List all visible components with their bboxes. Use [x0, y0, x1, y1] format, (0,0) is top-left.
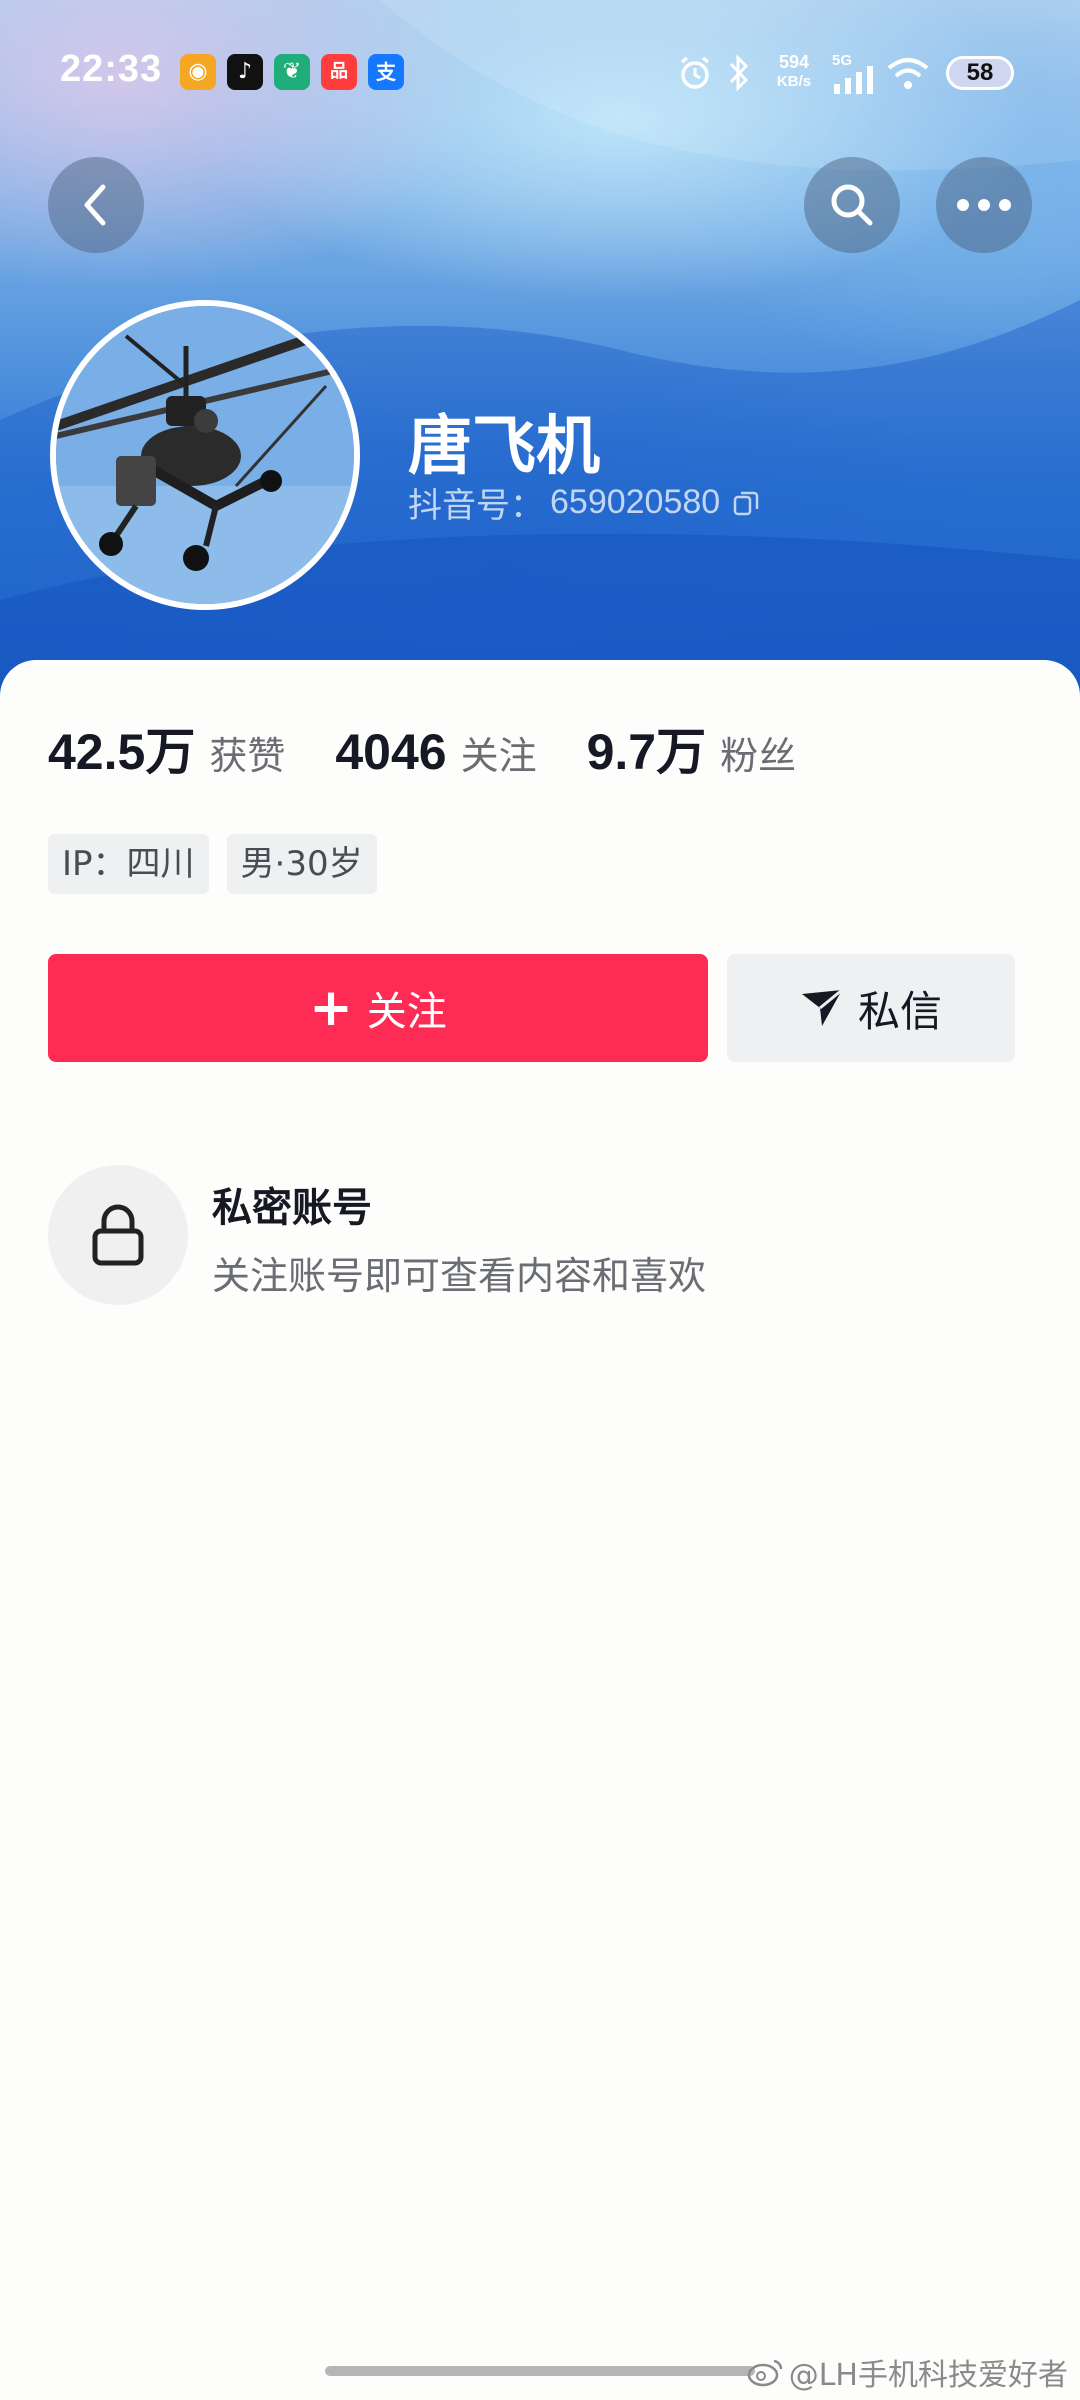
- private-account-title: 私密账号: [212, 1185, 372, 1231]
- stat-following-value: 4046: [335, 724, 447, 780]
- chevron-left-icon: [84, 184, 106, 226]
- bluetooth-icon: [729, 54, 749, 92]
- douyin-id-value: 659020580: [550, 483, 721, 521]
- stat-followers-value: 9.7: [586, 724, 657, 780]
- red-app-icon: 品: [321, 54, 357, 90]
- wifi-icon: [887, 58, 929, 89]
- stat-likes[interactable]: 42.5 万 获赞: [48, 712, 285, 784]
- copy-icon[interactable]: [732, 489, 760, 517]
- net-speed: 594 KB/s: [772, 52, 816, 92]
- stats-row: 42.5 万 获赞 4046 关注 9.7 万 粉丝: [48, 712, 796, 782]
- douyin-icon: ♪: [227, 54, 263, 90]
- send-icon: [801, 988, 843, 1026]
- stat-following[interactable]: 4046 关注: [335, 723, 536, 781]
- lock-badge: [48, 1165, 188, 1305]
- status-time: 22:33: [60, 48, 163, 90]
- follow-button[interactable]: + 关注: [48, 954, 708, 1062]
- avatar-gyrocopter-image: [56, 306, 354, 604]
- message-button-label: 私信: [857, 986, 942, 1036]
- stat-followers-label: 粉丝: [720, 734, 797, 778]
- gender-age-tag: 男·30岁: [226, 834, 377, 894]
- nickname: 唐飞机: [408, 410, 600, 484]
- follow-button-label: 关注: [366, 989, 447, 1035]
- home-indicator[interactable]: [325, 2366, 755, 2376]
- douyin-id-label: 抖音号：: [408, 486, 544, 526]
- private-account-description: 关注账号即可查看内容和喜欢: [212, 1254, 707, 1298]
- avatar[interactable]: [50, 300, 360, 610]
- stat-following-label: 关注: [460, 734, 537, 778]
- stat-followers-unit: 万: [656, 723, 707, 781]
- back-button[interactable]: [48, 157, 144, 253]
- battery-indicator: 58: [946, 56, 1014, 90]
- status-bar: 22:33 ◉ ♪ ❦ 品 支 594 KB/s 5G 58: [0, 0, 1080, 145]
- signal-icon: [834, 66, 873, 94]
- message-button[interactable]: 私信: [727, 954, 1015, 1062]
- alipay-icon: 支: [368, 54, 404, 90]
- more-dots-icon: [957, 199, 1011, 211]
- green-app-icon: ❦: [274, 54, 310, 90]
- stat-likes-label: 获赞: [209, 734, 286, 778]
- more-button[interactable]: [936, 157, 1032, 253]
- watermark-text: @LH手机科技爱好者: [788, 2358, 1068, 2393]
- weibo-watermark-icon: [747, 2359, 782, 2387]
- stat-likes-unit: 万: [145, 723, 196, 781]
- net-speed-unit: KB/s: [776, 73, 812, 90]
- alarm-icon: [680, 56, 710, 89]
- douyin-id: 抖音号： 659020580: [408, 478, 760, 527]
- profile-content-sheet: [0, 660, 1080, 2400]
- watermark: @LH手机科技爱好者: [747, 2350, 1068, 2394]
- private-account-notice: 私密账号 关注账号即可查看内容和喜欢: [48, 1165, 1048, 1305]
- stat-likes-value: 42.5: [48, 724, 146, 780]
- profile-screen: 22:33 ◉ ♪ ❦ 品 支 594 KB/s 5G 58 唐飞机 抖音号： …: [0, 0, 1080, 2400]
- profile-tags: IP：四川 男·30岁: [48, 834, 395, 894]
- stat-followers[interactable]: 9.7 万 粉丝: [587, 712, 797, 784]
- weibo-icon: ◉: [180, 54, 216, 90]
- net-speed-value: 594: [778, 52, 810, 72]
- lock-icon: [92, 1204, 144, 1266]
- search-icon: [831, 184, 873, 226]
- ip-tag: IP：四川: [48, 834, 209, 894]
- search-button[interactable]: [804, 157, 900, 253]
- plus-icon: +: [309, 978, 353, 1038]
